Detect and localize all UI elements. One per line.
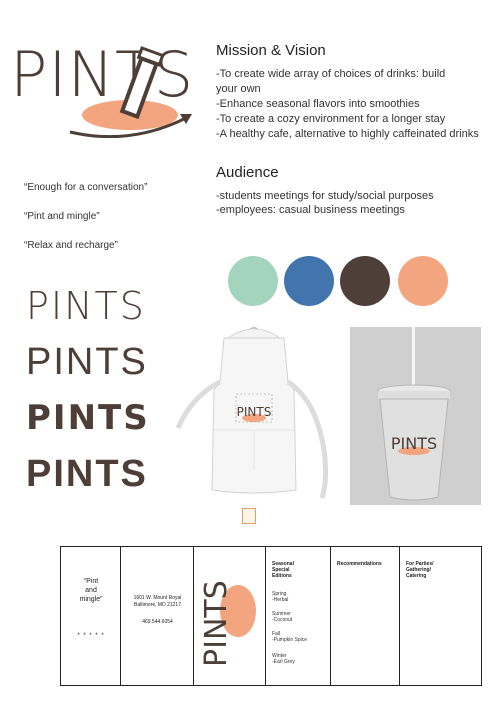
brochure-panel-parties: For Parties/ Gathering/ Catering: [400, 547, 483, 685]
tumbler-cup-icon: PINTS: [377, 327, 451, 501]
apron-logo-text: PINTS: [237, 405, 272, 419]
swatch-blue: [284, 256, 334, 306]
brochure-phone: 469.544.6054: [142, 619, 173, 625]
season-item: Fall -Pumpkin Spice: [272, 631, 308, 643]
typeface-samples: PINTS PINTS PINTS PINTS: [26, 278, 186, 502]
trifold-brochure: “Pint and mingle” * * * * * 1601 W. Moun…: [60, 546, 482, 686]
brochure-panel-quote: “Pint and mingle” * * * * *: [61, 547, 121, 685]
type-sample: PINTS: [26, 284, 146, 328]
mission-line: -A healthy cafe, alternative to highly c…: [216, 128, 479, 140]
swatch-mint: [228, 256, 278, 306]
parties-title: For Parties/ Gathering/ Catering: [406, 561, 434, 579]
mission-line: -Enhance seasonal flavors into smoothies: [216, 98, 420, 110]
swatch-brown: [340, 256, 390, 306]
season-item: Summer -Coconut: [272, 611, 293, 623]
cup-logo-text: PINTS: [391, 434, 437, 453]
color-palette: [228, 256, 504, 306]
season-item: Spring -Herbal: [272, 591, 289, 603]
audience-section: Audience -students meetings for study/so…: [216, 164, 500, 217]
tagline: “Relax and recharge”: [24, 240, 118, 251]
tagline: “Pint and mingle”: [24, 211, 100, 222]
mission-section: Mission & Vision -To create wide array o…: [216, 42, 500, 142]
brochure-panel-logo: PINTS: [194, 547, 266, 685]
mission-line: -To create a cozy environment for a long…: [216, 113, 446, 125]
type-sample: PINTS: [26, 398, 150, 438]
audience-title: Audience: [216, 164, 279, 181]
seasonal-title: Seasonal Special Editions: [272, 561, 294, 579]
tagline: “Enough for a conversation”: [24, 182, 148, 193]
brochure-quote: “Pint and mingle”: [79, 578, 103, 603]
brochure-panel-contact: 1601 W. Mount Royal Baltimore, MD 21217 …: [121, 547, 194, 685]
apron-mockup: PINTS: [172, 320, 332, 525]
apron-icon: PINTS: [175, 327, 329, 499]
brochure-vertical-logo-icon: PINTS: [199, 580, 256, 667]
brochure-address: 1601 W. Mount Royal Baltimore, MD 21217: [133, 595, 182, 608]
logo-cup-swoosh-icon: [69, 46, 192, 138]
audience-line: -students meetings for study/social purp…: [216, 190, 434, 202]
audience-line: -employees: casual business meetings: [216, 204, 405, 216]
brochure-panel-recommendations: Recommendations: [331, 547, 400, 685]
type-sample: PINTS: [26, 341, 148, 383]
brochure-logo-text: PINTS: [199, 580, 234, 667]
pints-logo: PINTS: [10, 38, 210, 138]
tumbler-mockup: PINTS: [350, 327, 481, 505]
recommendations-title: Recommendations: [337, 561, 382, 567]
brochure-panel-seasonal: Seasonal Special Editions Spring -Herbal…: [266, 547, 331, 685]
swatch-peach: [398, 256, 448, 306]
mission-line: -To create wide array of choices of drin…: [216, 68, 446, 95]
rating-stars: * * * * *: [77, 633, 105, 639]
type-sample: PINTS: [26, 453, 148, 495]
image-placeholder-icon: [242, 508, 256, 524]
mission-title: Mission & Vision: [216, 42, 326, 59]
season-item: Winter -Earl Grey: [272, 653, 295, 665]
taglines: “Enough for a conversation” “Pint and mi…: [24, 182, 204, 269]
